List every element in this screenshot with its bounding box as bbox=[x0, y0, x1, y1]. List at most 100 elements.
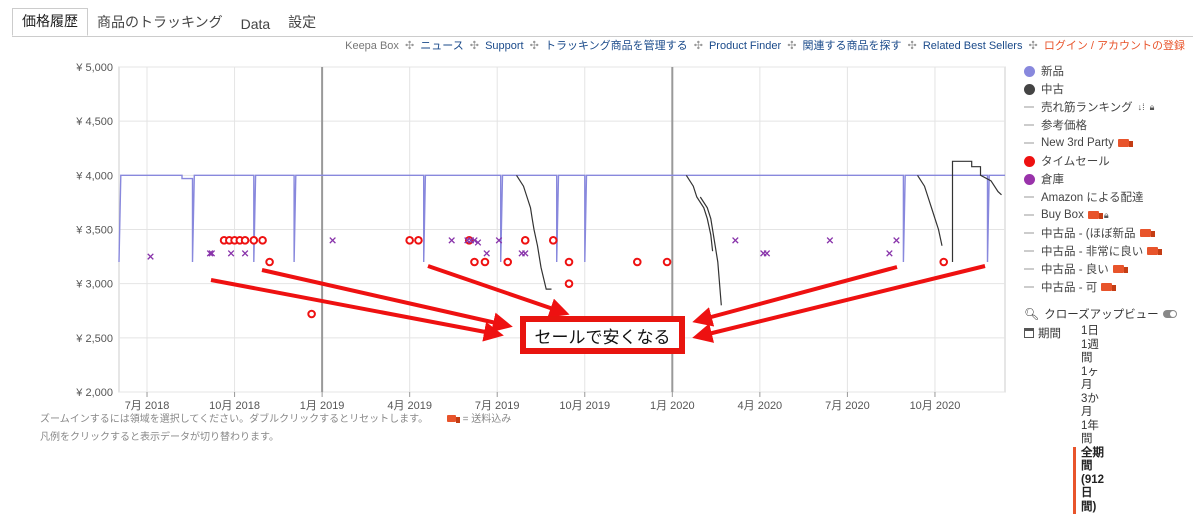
y-tick-label: ¥ 3,500 bbox=[75, 225, 113, 237]
period-option[interactable]: 3か月 bbox=[1081, 393, 1104, 420]
legend-item[interactable]: New 3rd Party bbox=[1024, 134, 1158, 152]
annotation-text: セールで安くなる bbox=[535, 323, 671, 348]
period-option[interactable]: 全期間 (912 日間) bbox=[1073, 447, 1104, 514]
calendar-icon bbox=[1024, 328, 1034, 338]
chart-legend: 新品中古売れ筋ランキング ↓⁞ 🔒︎ 参考価格 New 3rd Party タイムセール倉… bbox=[1024, 62, 1158, 296]
legend-dot-icon bbox=[1024, 174, 1035, 185]
legend-dash-icon bbox=[1024, 142, 1034, 144]
lock-icon: 🔒︎ bbox=[1150, 102, 1155, 113]
x-tick-label: 1月 2020 bbox=[650, 400, 695, 412]
legend-label: 中古品 - 可 bbox=[1041, 279, 1097, 295]
deal-point bbox=[940, 259, 947, 266]
legend-item[interactable]: 参考価格 bbox=[1024, 116, 1158, 134]
period-selector: 期間 1日1週間1ヶ月3か月1年間全期間 (912 日間) bbox=[1024, 325, 1061, 341]
y-tick-label: ¥ 2,000 bbox=[75, 387, 113, 399]
x-tick-label: 10月 2020 bbox=[910, 400, 961, 412]
legend-item[interactable]: 中古品 - 良い bbox=[1024, 260, 1158, 278]
legend-label: Buy Box bbox=[1041, 209, 1084, 221]
deal-point bbox=[482, 259, 489, 266]
legend-item[interactable]: 中古 bbox=[1024, 80, 1158, 98]
legend-label: 新品 bbox=[1041, 63, 1064, 79]
legend-label: Amazon による配達 bbox=[1041, 189, 1144, 205]
period-option[interactable]: 1週間 bbox=[1081, 339, 1104, 366]
legend-dash-icon bbox=[1024, 214, 1034, 216]
truck-icon bbox=[1140, 229, 1151, 237]
legend-item[interactable]: Buy Box 🔒︎ bbox=[1024, 206, 1158, 224]
sort-icon: ↓⁞ bbox=[1138, 102, 1145, 112]
legend-dash-icon bbox=[1024, 196, 1034, 198]
y-tick-label: ¥ 5,000 bbox=[75, 62, 113, 74]
legend-dash-icon bbox=[1024, 106, 1034, 108]
legend-dash-icon bbox=[1024, 250, 1034, 252]
deal-point bbox=[522, 237, 529, 244]
y-tick-label: ¥ 2,500 bbox=[75, 333, 113, 345]
shipping-note: = 送料込み bbox=[463, 414, 512, 425]
x-tick-label: 10月 2019 bbox=[559, 400, 610, 412]
deal-point bbox=[308, 311, 315, 318]
period-option[interactable]: 1年間 bbox=[1081, 420, 1104, 447]
annotation-box: セールで安くなる bbox=[520, 316, 685, 354]
deal-point bbox=[566, 259, 573, 266]
legend-label: 売れ筋ランキング bbox=[1041, 99, 1133, 115]
legend-label: 中古 bbox=[1041, 81, 1064, 97]
legend-dot-icon bbox=[1024, 84, 1035, 95]
x-tick-label: 4月 2020 bbox=[738, 400, 783, 412]
legend-label: 中古品 - 良い bbox=[1041, 261, 1109, 277]
legend-label: 中古品 - 非常に良い bbox=[1041, 243, 1143, 259]
y-tick-label: ¥ 4,000 bbox=[75, 170, 113, 182]
legend-label: 参考価格 bbox=[1041, 117, 1087, 133]
price-history-chart[interactable]: ¥ 2,000 ¥ 2,500 ¥ 3,000 ¥ 3,500 ¥ 4,000 ¥ 4,5… bbox=[0, 0, 1203, 444]
legend-dash-icon bbox=[1024, 232, 1034, 234]
close-up-toggle[interactable]: 🔍︎ クローズアップビュー bbox=[1024, 306, 1177, 322]
zoom-note-text: ズームインするには領域を選択してください。ダブルクリックするとリセットします。 bbox=[40, 414, 428, 425]
deal-point bbox=[406, 237, 413, 244]
truck-icon bbox=[1101, 283, 1112, 291]
deal-point bbox=[471, 259, 478, 266]
deal-point bbox=[242, 237, 249, 244]
zoom-note: ズームインするには領域を選択してください。ダブルクリックするとリセットします。 … bbox=[40, 410, 511, 425]
legend-dash-icon bbox=[1024, 124, 1034, 126]
legend-item[interactable]: 倉庫 bbox=[1024, 170, 1158, 188]
legend-label: 中古品 - (ほぼ新品 bbox=[1041, 225, 1136, 241]
deal-point bbox=[634, 259, 641, 266]
period-options: 1日1週間1ヶ月3か月1年間全期間 (912 日間) bbox=[1081, 325, 1104, 514]
legend-dot-icon bbox=[1024, 66, 1035, 77]
legend-label: New 3rd Party bbox=[1041, 137, 1114, 149]
deal-point bbox=[415, 237, 422, 244]
truck-icon bbox=[1147, 247, 1158, 255]
legend-note: 凡例をクリックすると表示データが切り替わります。 bbox=[40, 428, 279, 443]
deal-point bbox=[251, 237, 258, 244]
legend-item[interactable]: タイムセール bbox=[1024, 152, 1158, 170]
truck-icon bbox=[447, 414, 456, 425]
legend-label: 倉庫 bbox=[1041, 171, 1064, 187]
magnifier-icon: 🔍︎ bbox=[1024, 307, 1039, 321]
lock-icon: 🔒︎ bbox=[1104, 210, 1109, 221]
deal-point bbox=[504, 259, 511, 266]
deal-point bbox=[664, 259, 671, 266]
truck-icon bbox=[1113, 265, 1124, 273]
legend-item[interactable]: 中古品 - 可 bbox=[1024, 278, 1158, 296]
period-option[interactable]: 1ヶ月 bbox=[1081, 366, 1104, 393]
y-tick-label: ¥ 3,000 bbox=[75, 279, 113, 291]
x-tick-label: 7月 2020 bbox=[825, 400, 870, 412]
y-tick-label: ¥ 4,500 bbox=[75, 116, 113, 128]
legend-item[interactable]: 中古品 - (ほぼ新品 bbox=[1024, 224, 1158, 242]
legend-dot-icon bbox=[1024, 156, 1035, 167]
legend-item[interactable]: 売れ筋ランキング ↓⁞ 🔒︎ bbox=[1024, 98, 1158, 116]
legend-item[interactable]: 中古品 - 非常に良い bbox=[1024, 242, 1158, 260]
legend-item[interactable]: Amazon による配達 bbox=[1024, 188, 1158, 206]
deal-point bbox=[266, 259, 273, 266]
period-label: 期間 bbox=[1038, 328, 1061, 340]
legend-dash-icon bbox=[1024, 286, 1034, 288]
legend-dash-icon bbox=[1024, 268, 1034, 270]
period-option[interactable]: 1日 bbox=[1081, 325, 1104, 339]
deal-point bbox=[550, 237, 557, 244]
truck-icon bbox=[1118, 139, 1129, 147]
legend-item[interactable]: 新品 bbox=[1024, 62, 1158, 80]
deal-point bbox=[566, 280, 573, 287]
close-up-label: クローズアップビュー bbox=[1044, 306, 1158, 322]
truck-icon bbox=[1088, 211, 1099, 219]
deal-point bbox=[259, 237, 266, 244]
legend-label: タイムセール bbox=[1041, 153, 1110, 169]
toggle-icon[interactable] bbox=[1163, 310, 1177, 318]
